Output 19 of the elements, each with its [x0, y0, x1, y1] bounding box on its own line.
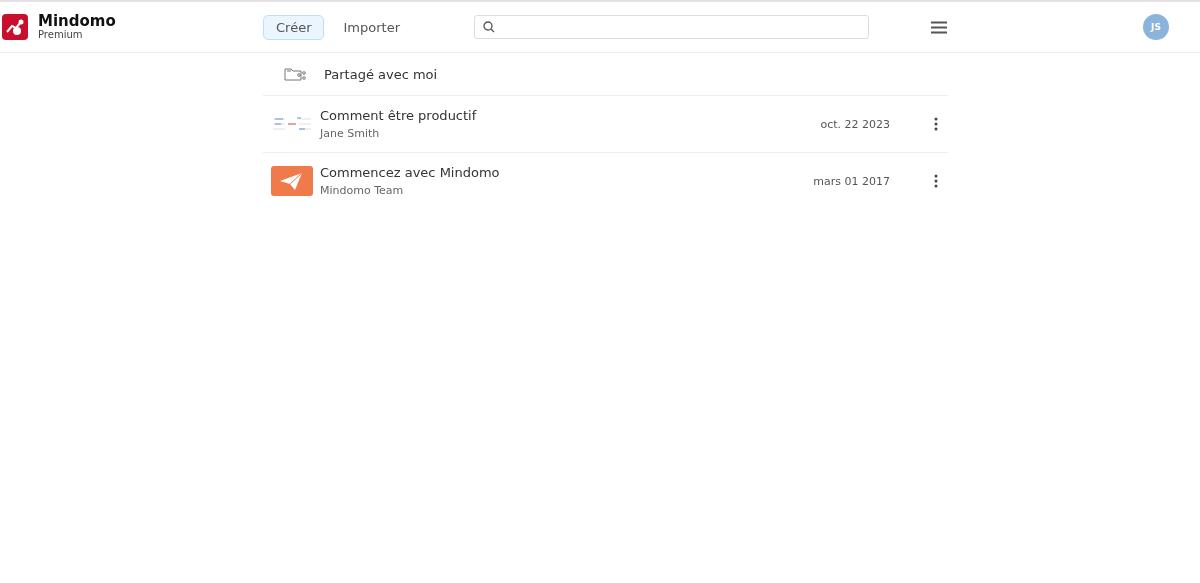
map-date: oct. 22 2023 — [820, 117, 890, 131]
tab[interactable]: Importer — [330, 14, 413, 40]
map-owner: Mindomo Team — [320, 184, 405, 197]
search-field[interactable] — [474, 15, 869, 39]
map-title[interactable]: Comment être productif — [320, 108, 821, 123]
logo-icon — [2, 14, 28, 40]
tab[interactable]: Créer — [263, 14, 325, 40]
brand-plan: Premium — [38, 29, 84, 41]
section-title: Partagé avec moi — [324, 66, 438, 82]
map-title[interactable]: Commencez avec Mindomo — [320, 165, 814, 180]
more-options-icon[interactable] — [934, 174, 938, 188]
map-owner: Jane Smith — [320, 127, 381, 140]
paper-plane-thumbnail — [271, 166, 313, 196]
search-icon — [483, 21, 495, 33]
map-date: mars 01 2017 — [813, 174, 890, 188]
menu-icon[interactable] — [931, 20, 947, 34]
shared-folder-icon — [284, 67, 306, 81]
more-options-icon[interactable] — [934, 117, 938, 131]
brand-name: Mindomo — [38, 13, 116, 30]
